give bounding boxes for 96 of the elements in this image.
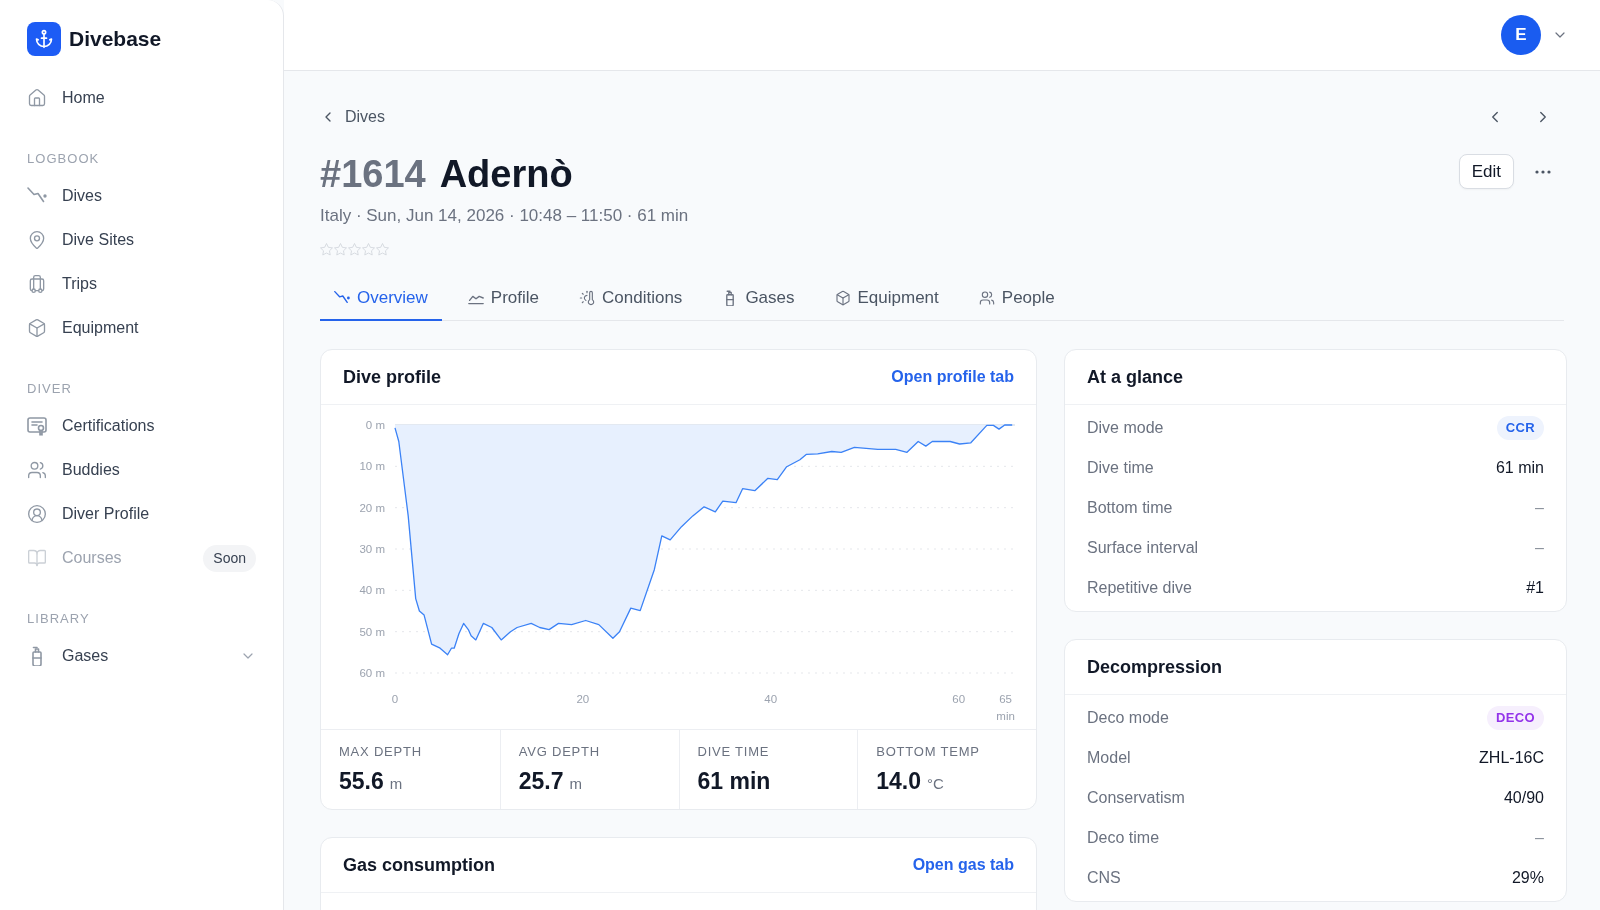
- axis-tick-label: 10 m: [359, 460, 385, 473]
- field-value: –: [1535, 828, 1544, 848]
- nav-item[interactable]: Equipment: [16, 306, 267, 350]
- user-circle-icon: [27, 504, 47, 524]
- axis-tick-label: 0: [391, 693, 399, 705]
- tab[interactable]: Equipment: [820, 277, 953, 321]
- field-value: 40/90: [1503, 788, 1544, 808]
- dive-meta: Italy · Sun, Jun 14, 2026 · 10:48 – 11:50 · 61 min: [320, 205, 689, 227]
- field-value: –: [1535, 498, 1544, 518]
- book-icon: [27, 548, 47, 568]
- tab[interactable]: Conditions: [565, 277, 697, 321]
- dive-name: Adernò: [439, 152, 573, 197]
- tab[interactable]: People: [964, 277, 1069, 321]
- star-icon: [348, 243, 361, 256]
- box-icon: [834, 290, 851, 306]
- axis-tick-label: 30 m: [359, 543, 385, 555]
- axis-tick-label: 20 m: [359, 501, 385, 514]
- stat-label: MAX DEPTH: [339, 744, 422, 760]
- star-icon: [334, 243, 347, 256]
- field-label: Model: [1087, 748, 1131, 768]
- card-title: Gas consumption: [343, 853, 495, 877]
- nav-item[interactable]: Certifications: [16, 404, 267, 448]
- stat-value: 14.0: [876, 767, 921, 795]
- anchor-logo-icon: [27, 22, 61, 56]
- mode-badge: CCR: [1496, 416, 1544, 440]
- axis-tick-label: 60: [952, 693, 966, 705]
- avatar-button[interactable]: E: [1501, 15, 1541, 55]
- stat-value: 61 min: [697, 767, 771, 795]
- tab[interactable]: Profile: [453, 277, 554, 321]
- field-value: #1: [1526, 578, 1544, 598]
- dive-path-icon: [334, 290, 350, 306]
- map-pin-icon: [27, 230, 47, 250]
- field-value: 29%: [1511, 868, 1544, 888]
- field-label: Dive mode: [1087, 418, 1164, 438]
- star-rating[interactable]: [320, 243, 389, 256]
- nav-item[interactable]: Gases: [16, 634, 267, 678]
- stat-value: 25.7: [518, 767, 564, 795]
- card-title: Dive profile: [343, 365, 442, 389]
- field-label: Dive time: [1087, 458, 1154, 478]
- stat-value: 55.6: [339, 767, 384, 795]
- field-label: Repetitive dive: [1087, 578, 1192, 598]
- axis-label: min: [996, 710, 1015, 722]
- field-value: 61 min: [1495, 458, 1544, 478]
- axis-tick-label: 20: [576, 693, 590, 705]
- tab[interactable]: Gases: [708, 277, 809, 321]
- box-icon: [27, 318, 47, 338]
- dive-number: #1614: [320, 152, 426, 197]
- axis-tick-label: 40 m: [359, 584, 385, 597]
- star-icon: [376, 243, 389, 256]
- field-label: CNS: [1087, 868, 1121, 888]
- status-badge: Soon: [203, 544, 256, 572]
- field-label: Deco time: [1087, 828, 1160, 848]
- axis-tick-label: 60 m: [359, 667, 385, 679]
- field-label: Surface interval: [1087, 538, 1199, 558]
- brand-name: Divebase: [69, 26, 162, 53]
- gas-tab-link[interactable]: Open gas tab: [912, 853, 1014, 877]
- nav-item[interactable]: Diver Profile: [16, 492, 267, 536]
- mode-badge: DECO: [1486, 706, 1544, 730]
- field-value: –: [1535, 538, 1544, 558]
- section-heading: DIVER: [27, 380, 72, 398]
- axis-tick-label: 0 m: [365, 419, 385, 431]
- axis-tick-label: 65: [999, 693, 1012, 705]
- edit-button[interactable]: Edit: [1458, 154, 1514, 189]
- certificate-icon: [27, 416, 47, 436]
- card-title: At a glance: [1087, 365, 1184, 389]
- users-icon: [978, 290, 995, 306]
- profile-tab-link[interactable]: Open profile tab: [891, 365, 1014, 389]
- section-heading: LOGBOOK: [27, 150, 100, 168]
- users-icon: [27, 460, 47, 480]
- stat-label: BOTTOM TEMP: [876, 744, 980, 760]
- tab[interactable]: Overview: [320, 277, 442, 321]
- field-value: ZHL-16C: [1479, 748, 1544, 768]
- star-icon: [320, 243, 333, 256]
- nav-item[interactable]: Home: [16, 76, 267, 120]
- star-icon: [362, 243, 375, 256]
- field-label: Conservatism: [1087, 788, 1185, 808]
- nav-item[interactable]: Dive Sites: [16, 218, 267, 262]
- thermometer-sun-icon: [579, 290, 596, 306]
- axis-tick-label: 50 m: [359, 625, 385, 638]
- stat-unit: °C: [927, 774, 944, 794]
- back-link[interactable]: Dives: [320, 105, 385, 129]
- card-title: Decompression: [1087, 655, 1223, 679]
- field-label: Bottom time: [1087, 498, 1173, 518]
- stat-unit: m: [569, 774, 582, 794]
- nav-item[interactable]: Dives: [16, 174, 267, 218]
- luggage-icon: [27, 274, 47, 294]
- stat-unit: m: [389, 774, 403, 794]
- axis-tick-label: 40: [764, 693, 778, 705]
- nav-item[interactable]: Trips: [16, 262, 267, 306]
- stat-label: DIVE TIME: [697, 744, 770, 760]
- house-icon: [27, 88, 47, 108]
- section-heading: LIBRARY: [27, 610, 90, 628]
- stat-label: AVG DEPTH: [518, 744, 600, 760]
- field-label: Deco mode: [1087, 708, 1169, 728]
- nav-item[interactable]: Buddies: [16, 448, 267, 492]
- more-icon: [1535, 169, 1551, 174]
